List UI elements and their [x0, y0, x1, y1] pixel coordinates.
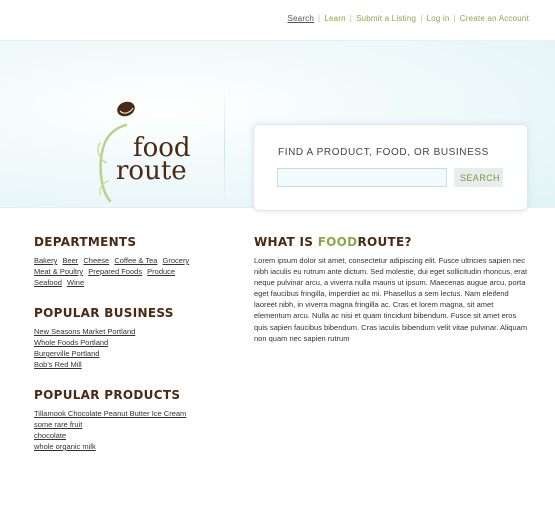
- department-link[interactable]: Meat & Poultry: [34, 267, 83, 276]
- departments-section: DEPARTMENTS Bakery Beer Cheese Coffee & …: [34, 235, 234, 288]
- popular-business-heading: POPULAR BUSINESS: [34, 306, 174, 320]
- nav-separator: |: [420, 14, 423, 23]
- department-link[interactable]: Coffee & Tea: [114, 256, 157, 265]
- product-link[interactable]: whole organic milk: [34, 441, 234, 452]
- business-link[interactable]: New Seasons Market Portland: [34, 326, 234, 337]
- site-logo[interactable]: food route: [96, 93, 216, 205]
- nav-login-link[interactable]: Log in: [426, 14, 449, 23]
- search-input[interactable]: [277, 168, 447, 187]
- hero-divider: [224, 85, 225, 207]
- popular-products-list: Tillamook Chocolate Peanut Butter Ice Cr…: [34, 408, 234, 452]
- top-nav: Search | Learn | Submit a Listing | Log in | Cre…: [287, 14, 529, 23]
- hero-banner: food route FIND A PRODUCT, FOOD, OR BUSI…: [0, 40, 555, 211]
- nav-separator: |: [349, 14, 353, 23]
- about-heading-brand: FOOD: [317, 235, 358, 249]
- popular-business-list: New Seasons Market Portland Whole Foods …: [34, 326, 234, 370]
- business-link[interactable]: Burgerville Portland: [34, 348, 234, 359]
- product-link[interactable]: chocolate: [34, 430, 234, 441]
- department-link[interactable]: Seafood: [34, 278, 62, 287]
- department-link[interactable]: Bakery: [34, 256, 57, 265]
- about-heading-prefix: WHAT IS: [254, 235, 318, 249]
- left-column: DEPARTMENTS Bakery Beer Cheese Coffee & …: [34, 235, 234, 470]
- nav-create-account-link[interactable]: Create an Account: [460, 14, 529, 23]
- popular-business-section: POPULAR BUSINESS New Seasons Market Port…: [34, 306, 234, 370]
- business-link[interactable]: Whole Foods Portland: [34, 337, 234, 348]
- search-panel: FIND A PRODUCT, FOOD, OR BUSINESS SEARCH: [253, 124, 528, 211]
- about-heading-suffix: ROUTE?: [357, 235, 412, 249]
- nav-separator: |: [318, 14, 321, 23]
- departments-heading: DEPARTMENTS: [34, 235, 137, 249]
- search-button[interactable]: SEARCH: [454, 168, 503, 187]
- logo-word-route: route: [116, 156, 187, 186]
- product-link[interactable]: Tillamook Chocolate Peanut Butter Ice Cr…: [34, 408, 234, 419]
- about-heading: WHAT IS FOODROUTE?: [254, 235, 529, 249]
- nav-learn-link[interactable]: Learn: [324, 14, 345, 23]
- about-body: Lorem ipsum dolor sit amet, consectetur …: [254, 256, 528, 343]
- product-link[interactable]: some rare fruit: [34, 419, 234, 430]
- department-link[interactable]: Cheese: [83, 256, 109, 265]
- departments-list: Bakery Beer Cheese Coffee & Tea Grocery …: [34, 255, 234, 288]
- department-link[interactable]: Prepared Foods: [88, 267, 142, 276]
- department-link[interactable]: Produce: [147, 267, 175, 276]
- business-link[interactable]: Bob's Red Mill: [34, 359, 234, 370]
- nav-submit-listing-link[interactable]: Submit a Listing: [356, 14, 416, 23]
- department-link[interactable]: Grocery: [163, 256, 190, 265]
- nav-separator: |: [453, 14, 456, 23]
- about-section: WHAT IS FOODROUTE? Lorem ipsum dolor sit…: [254, 235, 529, 344]
- nav-search-link[interactable]: Search: [287, 14, 314, 23]
- department-link[interactable]: Wine: [67, 278, 84, 287]
- popular-products-section: POPULAR PRODUCTS Tillamook Chocolate Pea…: [34, 388, 234, 452]
- search-heading: FIND A PRODUCT, FOOD, OR BUSINESS: [278, 147, 489, 158]
- department-link[interactable]: Beer: [62, 256, 78, 265]
- popular-products-heading: POPULAR PRODUCTS: [34, 388, 181, 402]
